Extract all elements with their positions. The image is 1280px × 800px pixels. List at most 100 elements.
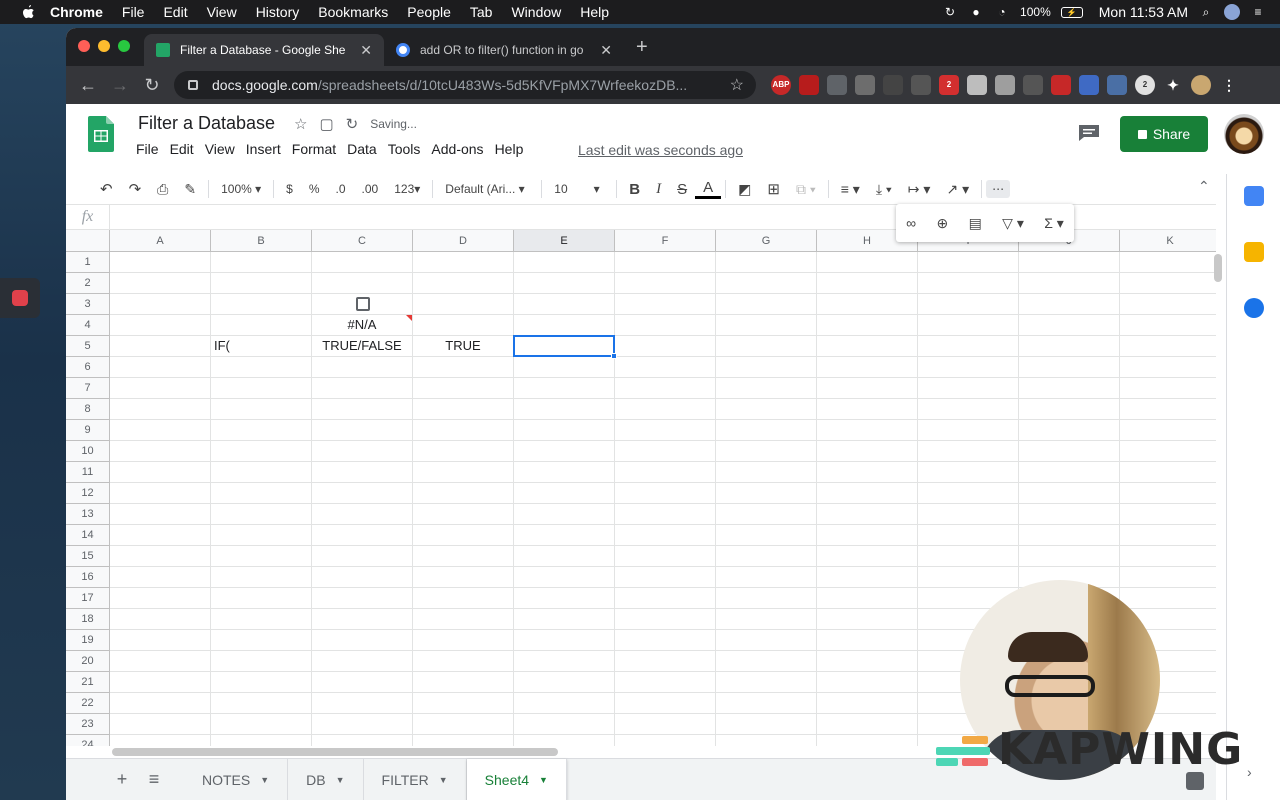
- row-header-10[interactable]: 10: [66, 441, 110, 462]
- v-extension-icon[interactable]: [911, 75, 931, 95]
- cell-e2[interactable]: [514, 273, 615, 294]
- cell-i8[interactable]: [918, 399, 1019, 420]
- cell-f5[interactable]: [615, 336, 716, 357]
- cell-i11[interactable]: [918, 462, 1019, 483]
- cell-i16[interactable]: [918, 567, 1019, 588]
- text-color-button[interactable]: A: [695, 179, 722, 199]
- cell-i4[interactable]: [918, 315, 1019, 336]
- cell-g16[interactable]: [716, 567, 817, 588]
- menubar-tab[interactable]: Tab: [470, 0, 493, 24]
- menubar-history[interactable]: History: [256, 0, 300, 24]
- cell-d19[interactable]: [413, 630, 514, 651]
- cell-c13[interactable]: [312, 504, 413, 525]
- cell-f20[interactable]: [615, 651, 716, 672]
- cell-h15[interactable]: [817, 546, 918, 567]
- translate-extension-icon[interactable]: [827, 75, 847, 95]
- paint-format-icon[interactable]: ✎: [176, 181, 204, 198]
- more-formats-select[interactable]: 123▾: [386, 182, 428, 196]
- cell-d16[interactable]: [413, 567, 514, 588]
- cell-a2[interactable]: [110, 273, 211, 294]
- cell-b1[interactable]: [211, 252, 312, 273]
- cell-j11[interactable]: [1019, 462, 1120, 483]
- sheet-tab-notes[interactable]: NOTES ▼: [184, 758, 289, 800]
- cell-h11[interactable]: [817, 462, 918, 483]
- cell-i5[interactable]: [918, 336, 1019, 357]
- all-sheets-icon[interactable]: ≡: [138, 769, 170, 790]
- cell-h9[interactable]: [817, 420, 918, 441]
- cell-b8[interactable]: [211, 399, 312, 420]
- cell-i2[interactable]: [918, 273, 1019, 294]
- browser-tab-google[interactable]: add OR to filter() function in go ✕: [384, 34, 624, 66]
- cell-d24[interactable]: [413, 735, 514, 746]
- clock[interactable]: Mon 11:53 AM: [1099, 4, 1188, 20]
- row-header-5[interactable]: 5: [66, 336, 110, 357]
- menubar-file[interactable]: File: [122, 0, 145, 24]
- fb-extension-icon[interactable]: [1051, 75, 1071, 95]
- cell-c23[interactable]: [312, 714, 413, 735]
- cell-e21[interactable]: [514, 672, 615, 693]
- cell-k11[interactable]: [1120, 462, 1216, 483]
- cell-b24[interactable]: [211, 735, 312, 746]
- close-tab-icon[interactable]: ✕: [600, 42, 612, 59]
- share-button[interactable]: Share: [1120, 116, 1208, 152]
- cell-d9[interactable]: [413, 420, 514, 441]
- cell-h12[interactable]: [817, 483, 918, 504]
- error-indicator-icon[interactable]: [406, 315, 412, 321]
- menubar-view[interactable]: View: [207, 0, 237, 24]
- forward-button[interactable]: →: [104, 75, 136, 96]
- white-extension-icon[interactable]: [967, 75, 987, 95]
- row-header-22[interactable]: 22: [66, 693, 110, 714]
- cell-d22[interactable]: [413, 693, 514, 714]
- cell-j12[interactable]: [1019, 483, 1120, 504]
- merge-cells-icon[interactable]: ⧉ ▾: [788, 181, 824, 198]
- cell-j7[interactable]: [1019, 378, 1120, 399]
- insert-comment-icon[interactable]: ⊕: [937, 215, 949, 232]
- cell-c21[interactable]: [312, 672, 413, 693]
- fire-extension-icon[interactable]: [1023, 75, 1043, 95]
- redo-icon[interactable]: ↷: [121, 180, 150, 198]
- cell-k3[interactable]: [1120, 294, 1216, 315]
- cell-i1[interactable]: [918, 252, 1019, 273]
- cell-g24[interactable]: [716, 735, 817, 746]
- cell-d14[interactable]: [413, 525, 514, 546]
- cell-e12[interactable]: [514, 483, 615, 504]
- cell-b3[interactable]: [211, 294, 312, 315]
- explore-icon[interactable]: [1186, 772, 1204, 790]
- minimize-window-button[interactable]: [98, 40, 110, 52]
- cell-d1[interactable]: [413, 252, 514, 273]
- cell-a1[interactable]: [110, 252, 211, 273]
- cell-b16[interactable]: [211, 567, 312, 588]
- row-header-21[interactable]: 21: [66, 672, 110, 693]
- functions-icon[interactable]: Σ ▾: [1044, 215, 1064, 232]
- cell-g7[interactable]: [716, 378, 817, 399]
- row-header-6[interactable]: 6: [66, 357, 110, 378]
- feather-extension-icon[interactable]: [1107, 75, 1127, 95]
- row-header-9[interactable]: 9: [66, 420, 110, 441]
- cell-e16[interactable]: [514, 567, 615, 588]
- chrome-menu-icon[interactable]: ⋮: [1219, 75, 1239, 95]
- menu-tools[interactable]: Tools: [388, 141, 421, 157]
- cell-d3[interactable]: [413, 294, 514, 315]
- cell-f2[interactable]: [615, 273, 716, 294]
- cell-h7[interactable]: [817, 378, 918, 399]
- cell-c12[interactable]: [312, 483, 413, 504]
- sync-icon[interactable]: ↻: [942, 4, 958, 20]
- row-header-8[interactable]: 8: [66, 399, 110, 420]
- menubar-people[interactable]: People: [407, 0, 451, 24]
- cell-e22[interactable]: [514, 693, 615, 714]
- cell-d5[interactable]: TRUE: [413, 336, 514, 357]
- address-bar[interactable]: docs.google.com /spreadsheets/d/10tcU483…: [174, 71, 756, 99]
- cell-c8[interactable]: [312, 399, 413, 420]
- cell-a24[interactable]: [110, 735, 211, 746]
- cell-b10[interactable]: [211, 441, 312, 462]
- cell-g1[interactable]: [716, 252, 817, 273]
- cell-c1[interactable]: [312, 252, 413, 273]
- cell-e14[interactable]: [514, 525, 615, 546]
- cell-j14[interactable]: [1019, 525, 1120, 546]
- cell-f9[interactable]: [615, 420, 716, 441]
- cell-d10[interactable]: [413, 441, 514, 462]
- font-size-select[interactable]: 10 ▾: [546, 182, 612, 196]
- insert-link-icon[interactable]: ∞: [906, 215, 916, 231]
- red-extension-icon[interactable]: [799, 75, 819, 95]
- cell-g22[interactable]: [716, 693, 817, 714]
